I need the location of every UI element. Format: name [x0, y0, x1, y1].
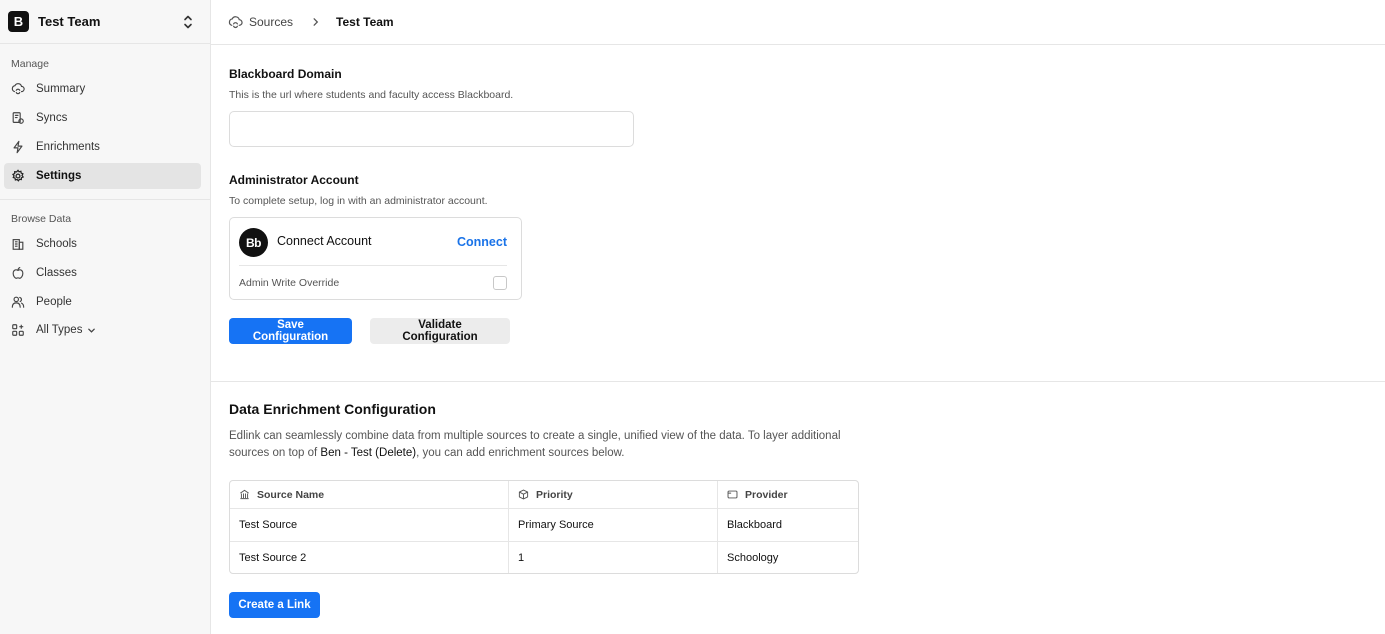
people-icon: [11, 295, 25, 309]
breadcrumb-current: Test Team: [336, 15, 394, 29]
domain-description: This is the url where students and facul…: [229, 89, 514, 101]
sidebar-item-settings[interactable]: Settings: [4, 163, 201, 189]
manage-section-label: Manage: [11, 58, 49, 70]
validate-configuration-button[interactable]: Validate Configuration: [370, 318, 510, 344]
header-priority: Priority: [509, 481, 718, 508]
sidebar-item-label: Syncs: [36, 112, 68, 124]
cell-priority: Primary Source: [509, 509, 718, 541]
domain-input[interactable]: [229, 111, 634, 147]
grid-icon: [11, 323, 25, 337]
cube-icon: [518, 489, 529, 500]
account-title: Connect Account: [277, 234, 372, 248]
admin-write-override-label: Admin Write Override: [239, 277, 340, 289]
domain-label: Blackboard Domain: [229, 67, 342, 81]
team-switcher[interactable]: B Test Team: [0, 0, 210, 44]
sidebar-item-label: Summary: [36, 83, 86, 95]
sidebar-item-label: People: [36, 296, 72, 308]
team-logo: B: [8, 11, 29, 32]
header: Sources Test Team: [211, 0, 1385, 45]
table-header-row: Source Name Priority Provider: [230, 481, 858, 508]
enrichment-source-name: Ben - Test (Delete): [320, 447, 417, 459]
cell-provider: Schoology: [727, 552, 779, 564]
sidebar-item-label: All Types: [36, 324, 83, 336]
enrichment-desc-text-end: , you can add enrichment sources below.: [416, 447, 625, 459]
enrichment-description: Edlink can seamlessly combine data from …: [229, 428, 849, 462]
sidebar-item-classes[interactable]: Classes: [4, 260, 201, 286]
cell-source-name: Test Source 2: [230, 542, 509, 573]
sidebar-item-syncs[interactable]: Syncs: [4, 105, 201, 131]
sidebar-item-label: Enrichments: [36, 141, 100, 153]
header-label: Priority: [536, 488, 573, 501]
cell-source-name: Test Source: [230, 509, 509, 541]
breadcrumb-sources-label: Sources: [249, 15, 294, 29]
admin-account-label: Administrator Account: [229, 173, 359, 187]
cell-priority: 1: [509, 542, 718, 573]
chevron-down-icon: [88, 328, 96, 333]
breadcrumb-sources[interactable]: Sources: [228, 15, 293, 30]
sidebar-item-all-types[interactable]: All Types: [4, 317, 201, 343]
building-icon: [240, 489, 249, 500]
sidebar-item-schools[interactable]: Schools: [4, 231, 201, 257]
bolt-icon: [11, 140, 25, 154]
enrichment-table: Source Name Priority Provider Test Sourc…: [229, 480, 859, 574]
cloud-sync-icon: [11, 82, 25, 96]
header-source-name: Source Name: [230, 481, 509, 508]
apple-icon: [11, 266, 25, 280]
sync-icon: [11, 111, 25, 125]
blackboard-logo: Bb: [239, 228, 268, 257]
sidebar-item-label: Classes: [36, 267, 77, 279]
table-row[interactable]: Test Source 2 1 Schoology: [230, 541, 858, 573]
sidebar-item-label: Settings: [36, 170, 82, 182]
sidebar-item-people[interactable]: People: [4, 289, 201, 315]
admin-account-description: To complete setup, log in with an admini…: [229, 195, 488, 207]
browse-section-label: Browse Data: [11, 213, 72, 225]
card-divider: [239, 265, 507, 266]
save-configuration-button[interactable]: Save Configuration: [229, 318, 352, 344]
window-icon: [727, 490, 738, 499]
sidebar-item-enrichments[interactable]: Enrichments: [4, 134, 201, 160]
building-icon: [11, 237, 25, 251]
chevron-right-icon: [311, 17, 320, 27]
header-label: Source Name: [257, 488, 325, 501]
cloud-sync-icon: [228, 15, 243, 28]
cell-provider: Blackboard: [727, 519, 783, 531]
header-label: Provider: [745, 488, 788, 501]
enrichment-title: Data Enrichment Configuration: [229, 401, 436, 417]
team-name: Test Team: [38, 14, 101, 29]
create-link-button[interactable]: Create a Link: [229, 592, 320, 618]
header-provider: Provider: [718, 481, 858, 508]
sidebar: B Test Team Manage Summary Syncs Enrichm…: [0, 0, 211, 634]
account-card: Bb Connect Account Connect Admin Write O…: [229, 217, 522, 300]
table-row[interactable]: Test Source Primary Source Blackboard: [230, 508, 858, 541]
sidebar-item-label: Schools: [36, 238, 77, 250]
sidebar-item-summary[interactable]: Summary: [4, 76, 201, 102]
section-divider: [211, 381, 1385, 382]
chevron-up-down-icon[interactable]: [182, 13, 194, 31]
connect-button[interactable]: Connect: [457, 235, 507, 249]
sidebar-divider: [0, 199, 210, 200]
gear-icon: [11, 169, 25, 183]
admin-write-override-checkbox[interactable]: [493, 276, 507, 290]
